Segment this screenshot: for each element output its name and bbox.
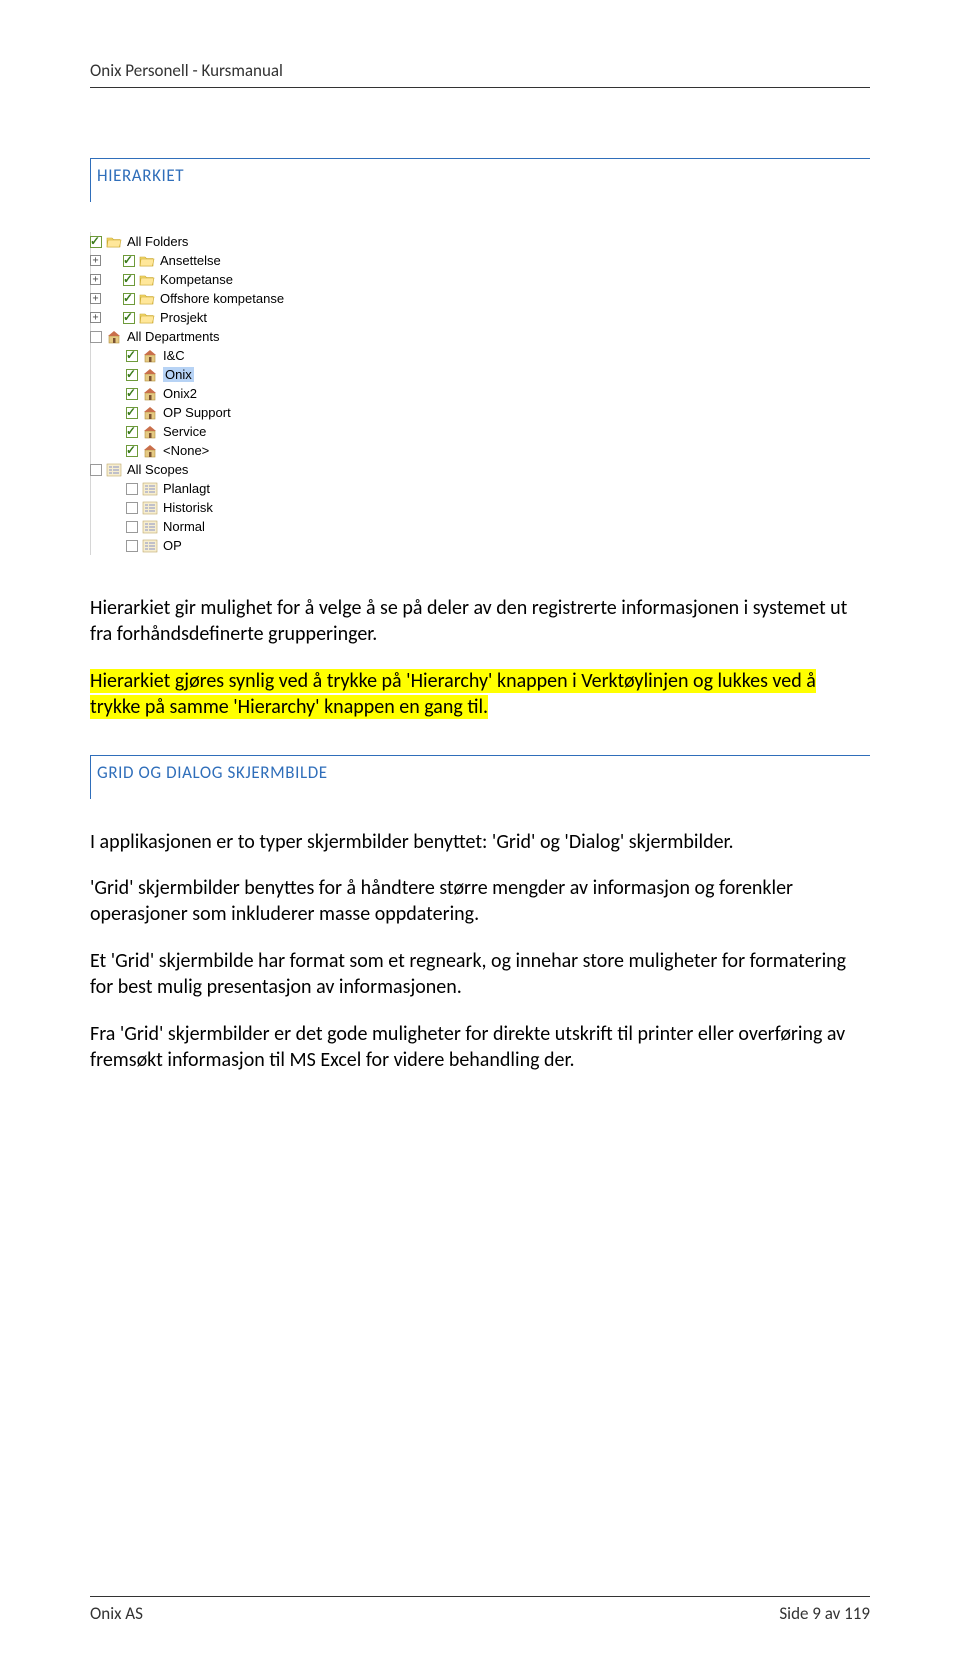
expand-icon[interactable]: + [90,293,101,304]
checkbox[interactable] [126,483,138,495]
hierarchy-tree: All Folders + Ansettelse + Kompetanse + Offsho… [90,232,370,555]
list-icon [141,481,158,496]
tree-node[interactable]: Planlagt [90,479,370,498]
checkbox[interactable] [123,293,135,305]
tree-node[interactable]: OP [90,536,370,555]
house-icon [105,329,122,344]
tree-node[interactable]: All Folders [90,232,370,251]
list-icon [141,500,158,515]
tree-node[interactable]: I&C [90,346,370,365]
paragraph-1: Hierarkiet gir mulighet for å velge å se… [90,595,870,648]
tree-node[interactable]: + Ansettelse [90,251,370,270]
checkbox[interactable] [126,369,138,381]
checkbox[interactable] [123,255,135,267]
page-header: Onix Personell - Kursmanual [90,60,870,88]
checkbox[interactable] [126,388,138,400]
checkbox[interactable] [126,426,138,438]
tree-node[interactable]: <None> [90,441,370,460]
tree-node-label: Onix [163,367,194,382]
expand-icon[interactable]: + [90,274,101,285]
tree-node-label: Prosjekt [160,310,207,325]
highlight-text: Hierarkiet gjøres synlig ved å trykke på… [90,669,816,719]
house-icon [141,424,158,439]
checkbox[interactable] [126,445,138,457]
expand-icon[interactable]: + [90,312,101,323]
folder-icon [138,253,155,268]
tree-node[interactable]: All Departments [90,327,370,346]
checkbox[interactable] [90,464,102,476]
checkbox[interactable] [123,274,135,286]
section-heading-hierarkiet: HIERARKIET [90,158,870,202]
folder-icon [138,291,155,306]
house-icon [141,348,158,363]
footer-left: Onix AS [90,1603,143,1624]
tree-node[interactable]: Onix2 [90,384,370,403]
house-icon [141,405,158,420]
checkbox[interactable] [126,407,138,419]
tree-node-label: Service [163,424,206,439]
paragraph-5: Et 'Grid' skjermbilde har format som et … [90,948,870,1001]
tree-node-label: <None> [163,443,209,458]
house-icon [141,386,158,401]
tree-node[interactable]: + Prosjekt [90,308,370,327]
checkbox[interactable] [126,521,138,533]
list-icon [105,462,122,477]
checkbox[interactable] [126,540,138,552]
tree-node[interactable]: Onix [90,365,370,384]
tree-node[interactable]: + Kompetanse [90,270,370,289]
page-footer: Onix AS Side 9 av 119 [90,1596,870,1624]
folder-icon [138,272,155,287]
tree-node-label: Onix2 [163,386,197,401]
tree-node-label: I&C [163,348,185,363]
tree-node[interactable]: Normal [90,517,370,536]
house-icon [141,367,158,382]
checkbox[interactable] [126,350,138,362]
folder-icon [138,310,155,325]
checkbox[interactable] [123,312,135,324]
folder-icon [105,234,122,249]
tree-node[interactable]: All Scopes [90,460,370,479]
checkbox[interactable] [126,502,138,514]
expand-icon[interactable]: + [90,255,101,266]
tree-node-label: OP Support [163,405,231,420]
footer-right: Side 9 av 119 [779,1603,870,1624]
checkbox[interactable] [90,236,102,248]
section-heading-grid-dialog: GRID OG DIALOG SKJERMBILDE [90,755,870,799]
tree-node-label: OP [163,538,182,553]
header-rule [90,87,870,88]
tree-node-label: All Departments [127,329,219,344]
tree-node-label: All Folders [127,234,188,249]
tree-node-label: Historisk [163,500,213,515]
list-icon [141,519,158,534]
paragraph-6: Fra 'Grid' skjermbilder er det gode muli… [90,1021,870,1074]
footer-rule [90,1596,870,1597]
tree-node-label: Kompetanse [160,272,233,287]
paragraph-3: I applikasjonen er to typer skjermbilder… [90,829,870,855]
tree-node-label: Offshore kompetanse [160,291,284,306]
tree-node[interactable]: OP Support [90,403,370,422]
list-icon [141,538,158,553]
tree-node[interactable]: Service [90,422,370,441]
tree-node-label: All Scopes [127,462,188,477]
header-title: Onix Personell - Kursmanual [90,60,870,87]
tree-node[interactable]: Historisk [90,498,370,517]
house-icon [141,443,158,458]
tree-node-label: Ansettelse [160,253,221,268]
tree-node[interactable]: + Offshore kompetanse [90,289,370,308]
tree-node-label: Planlagt [163,481,210,496]
paragraph-4: 'Grid' skjermbilder benyttes for å håndt… [90,875,870,928]
tree-node-label: Normal [163,519,205,534]
paragraph-2-highlighted: Hierarkiet gjøres synlig ved å trykke på… [90,668,870,721]
checkbox[interactable] [90,331,102,343]
